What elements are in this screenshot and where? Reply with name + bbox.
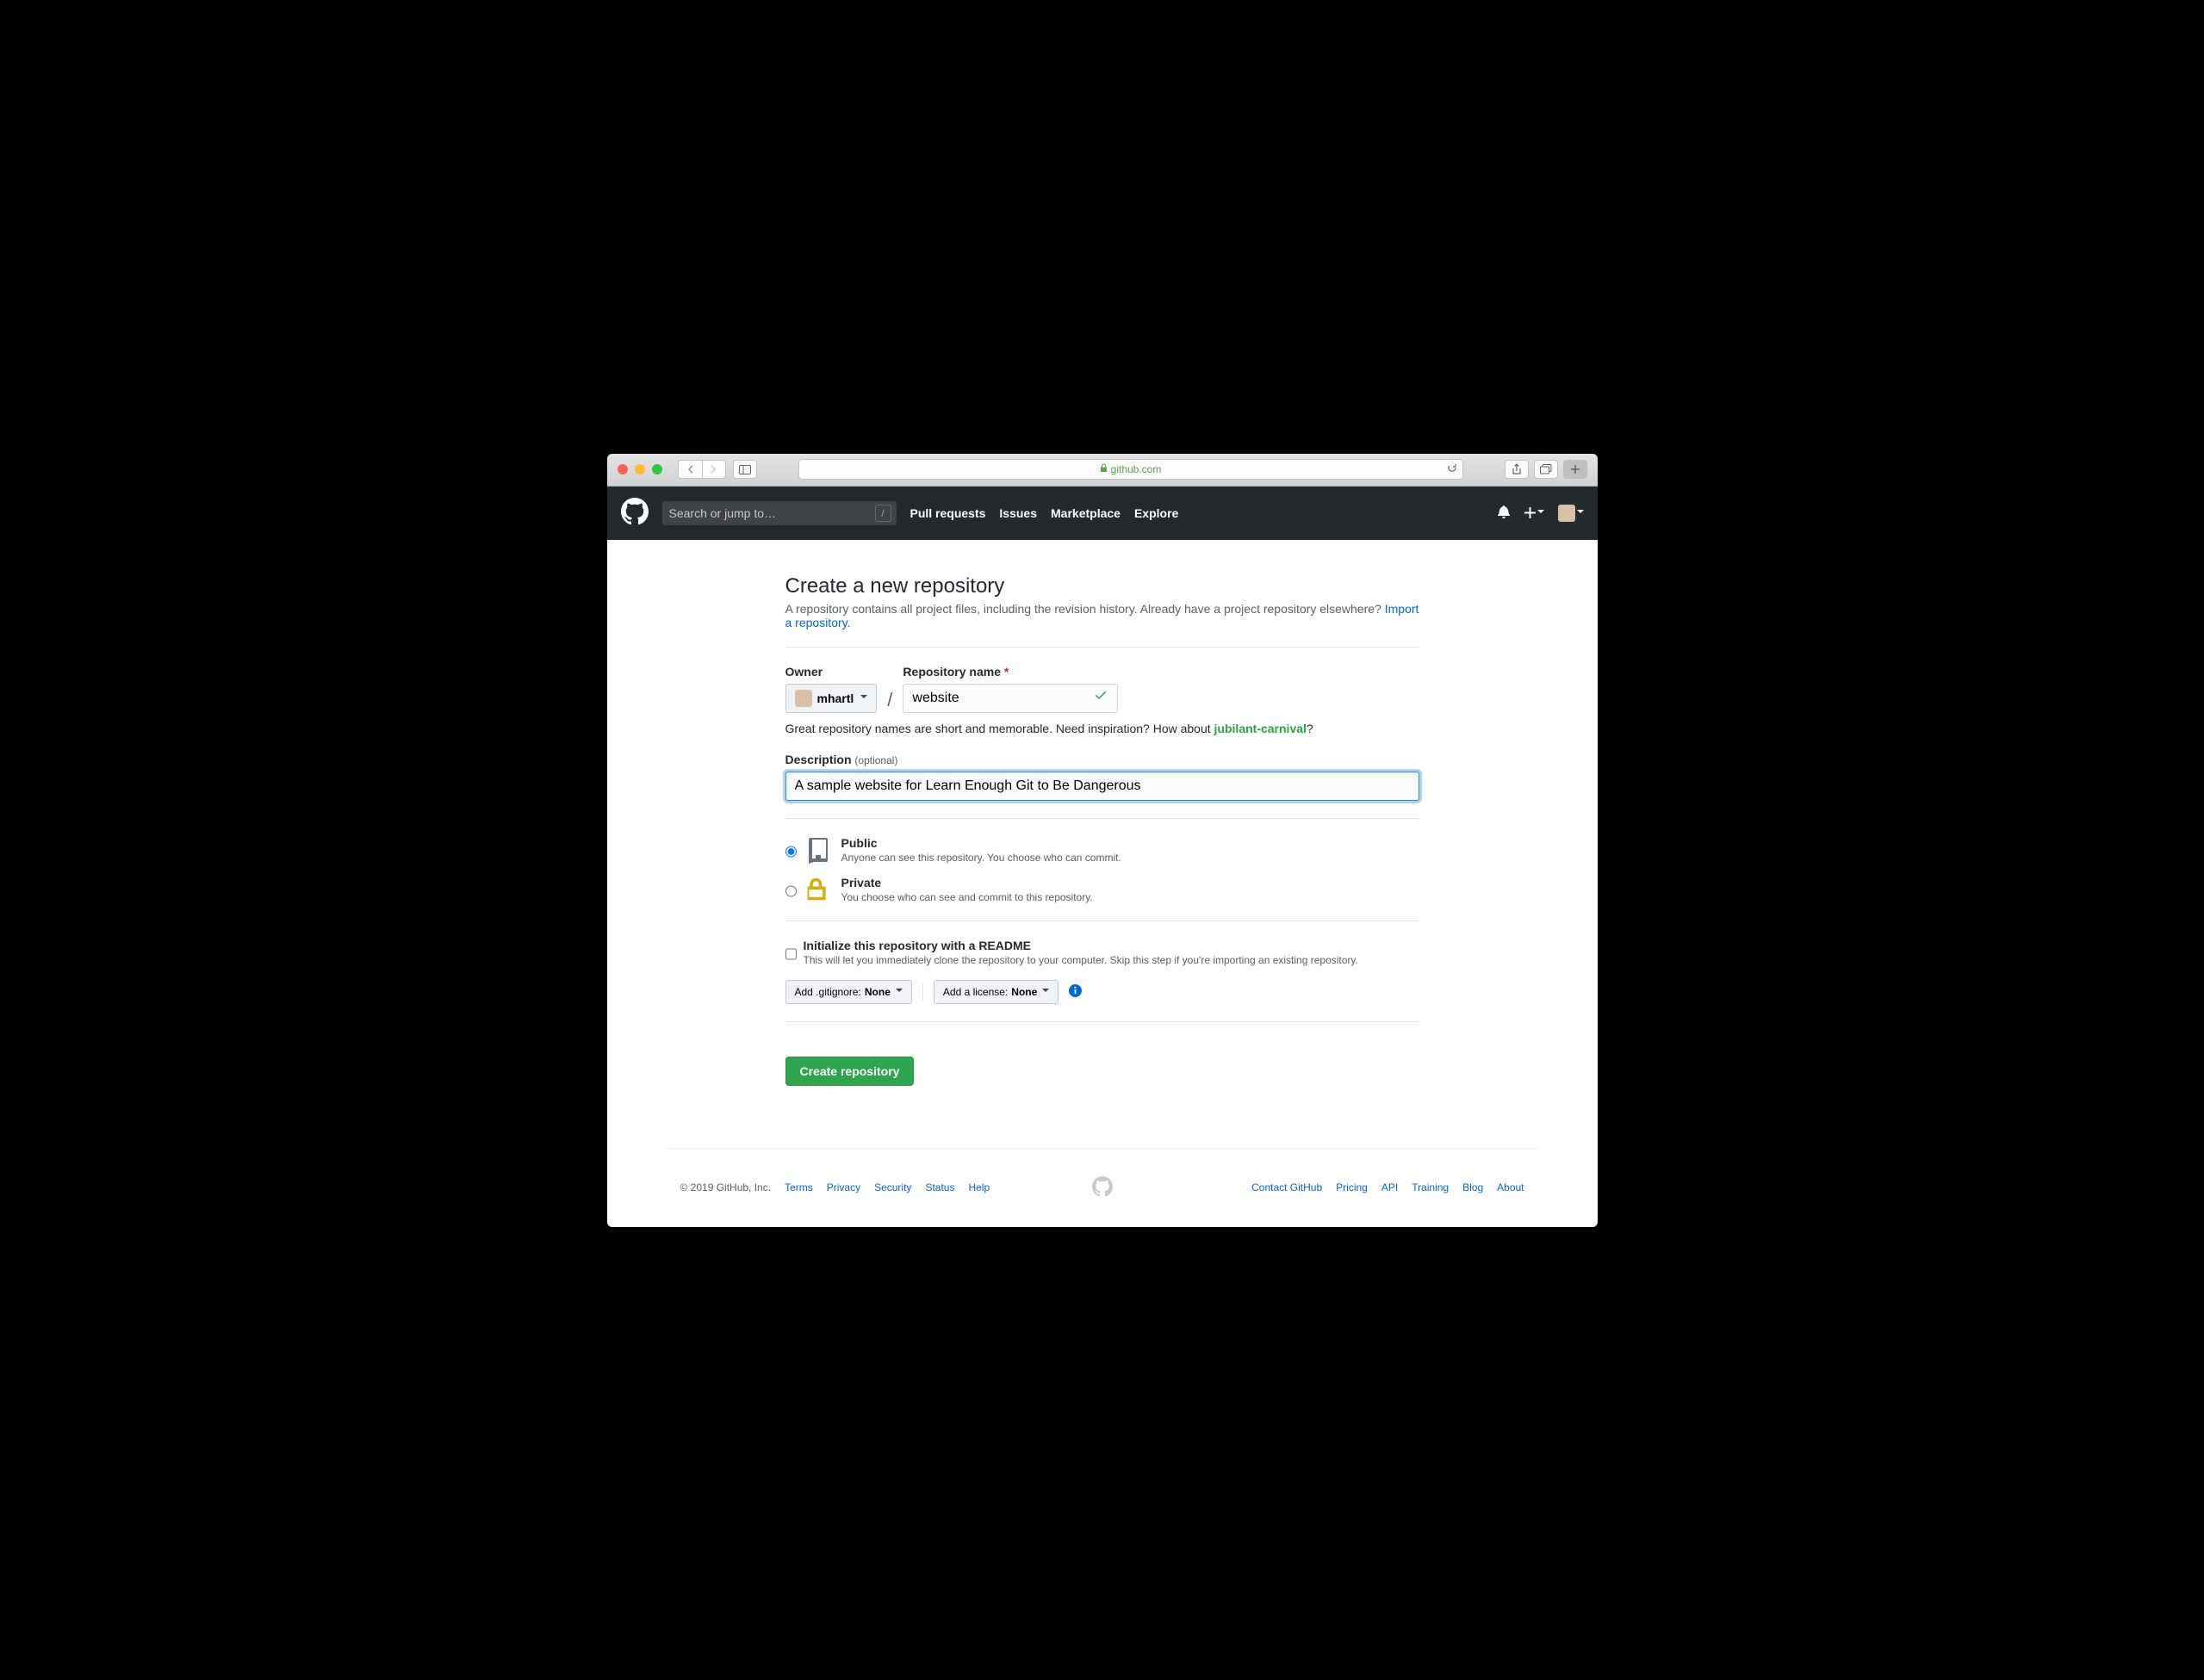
license-select[interactable]: Add a license: None xyxy=(934,980,1059,1004)
primary-nav: Pull requests Issues Marketplace Explore xyxy=(910,506,1179,520)
public-radio[interactable] xyxy=(785,840,797,864)
footer-api[interactable]: API xyxy=(1381,1181,1398,1193)
lock-icon xyxy=(1100,463,1108,475)
page-title: Create a new repository xyxy=(785,574,1419,598)
minimize-window-button[interactable] xyxy=(635,464,645,474)
inspiration-text: Great repository names are short and mem… xyxy=(785,722,1419,735)
nav-issues[interactable]: Issues xyxy=(999,506,1037,520)
caret-down-icon xyxy=(1577,510,1584,517)
footer: © 2019 GitHub, Inc. Terms Privacy Securi… xyxy=(667,1148,1538,1227)
private-desc: You choose who can see and commit to thi… xyxy=(841,891,1093,903)
user-menu[interactable] xyxy=(1558,505,1584,522)
owner-select[interactable]: mhartl xyxy=(785,684,878,713)
main-content: Create a new repository A repository con… xyxy=(772,540,1433,1113)
tabs-button[interactable] xyxy=(1534,460,1558,479)
reload-button[interactable] xyxy=(1447,462,1457,476)
search-input-wrap: / xyxy=(662,501,897,525)
footer-contact[interactable]: Contact GitHub xyxy=(1251,1181,1322,1193)
footer-pricing[interactable]: Pricing xyxy=(1336,1181,1368,1193)
slash-separator: / xyxy=(884,665,896,711)
readme-desc: This will let you immediately clone the … xyxy=(804,954,1358,966)
github-header: / Pull requests Issues Marketplace Explo… xyxy=(607,487,1598,540)
reponame-input[interactable] xyxy=(903,684,1118,713)
caret-down-icon xyxy=(1537,510,1544,517)
divider xyxy=(785,1021,1419,1022)
github-logo-footer[interactable] xyxy=(1092,1176,1113,1200)
footer-status[interactable]: Status xyxy=(925,1181,954,1193)
copyright: © 2019 GitHub, Inc. xyxy=(680,1181,772,1193)
slash-shortcut-icon: / xyxy=(875,505,891,522)
notifications-icon[interactable] xyxy=(1497,505,1511,521)
description-input[interactable] xyxy=(785,772,1419,801)
footer-help[interactable]: Help xyxy=(968,1181,990,1193)
caret-down-icon xyxy=(896,989,903,995)
description-label: Description (optional) xyxy=(785,753,898,766)
public-title: Public xyxy=(841,836,1121,850)
private-title: Private xyxy=(841,876,1093,890)
visibility-public[interactable]: Public Anyone can see this repository. Y… xyxy=(785,836,1419,864)
info-icon[interactable] xyxy=(1069,984,1082,1000)
readme-title: Initialize this repository with a README xyxy=(804,939,1358,952)
reponame-label: Repository name * xyxy=(903,665,1108,679)
window-controls xyxy=(618,464,662,474)
page-subhead: A repository contains all project files,… xyxy=(785,602,1419,648)
footer-privacy[interactable]: Privacy xyxy=(827,1181,860,1193)
close-window-button[interactable] xyxy=(618,464,628,474)
gitignore-select[interactable]: Add .gitignore: None xyxy=(785,980,912,1004)
owner-value: mhartl xyxy=(817,691,854,705)
nav-pull-requests[interactable]: Pull requests xyxy=(910,506,986,520)
nav-marketplace[interactable]: Marketplace xyxy=(1051,506,1121,520)
search-input[interactable] xyxy=(662,501,897,525)
repo-public-icon xyxy=(805,836,833,864)
share-button[interactable] xyxy=(1505,460,1529,479)
divider xyxy=(785,818,1419,819)
new-tab-button[interactable] xyxy=(1563,460,1587,479)
avatar xyxy=(795,690,812,707)
readme-checkbox[interactable] xyxy=(785,942,797,966)
readme-checkbox-row: Initialize this repository with a README… xyxy=(785,939,1419,966)
address-bar[interactable]: github.com xyxy=(798,459,1463,480)
caret-down-icon xyxy=(860,695,867,702)
suggestion-link[interactable]: jubilant-carnival xyxy=(1214,722,1307,735)
create-new-menu[interactable] xyxy=(1524,507,1544,518)
create-repo-button[interactable]: Create repository xyxy=(785,1057,915,1086)
repo-private-icon xyxy=(805,876,833,903)
check-icon xyxy=(1094,688,1108,706)
browser-window: github.com / Pull requests xyxy=(607,454,1598,1227)
safari-toolbar: github.com xyxy=(607,454,1598,487)
nav-explore[interactable]: Explore xyxy=(1134,506,1178,520)
footer-training[interactable]: Training xyxy=(1412,1181,1449,1193)
owner-label: Owner xyxy=(785,665,878,679)
separator xyxy=(922,983,923,1001)
private-radio[interactable] xyxy=(785,879,797,903)
back-button[interactable] xyxy=(678,460,702,479)
footer-terms[interactable]: Terms xyxy=(785,1181,813,1193)
caret-down-icon xyxy=(1042,989,1049,995)
avatar xyxy=(1558,505,1575,522)
footer-about[interactable]: About xyxy=(1497,1181,1524,1193)
sidebar-button[interactable] xyxy=(733,460,757,479)
forward-button[interactable] xyxy=(702,460,726,479)
public-desc: Anyone can see this repository. You choo… xyxy=(841,852,1121,864)
github-logo[interactable] xyxy=(621,498,649,528)
footer-blog[interactable]: Blog xyxy=(1462,1181,1483,1193)
footer-security[interactable]: Security xyxy=(874,1181,911,1193)
url-text: github.com xyxy=(1111,463,1162,475)
zoom-window-button[interactable] xyxy=(652,464,662,474)
visibility-private[interactable]: Private You choose who can see and commi… xyxy=(785,876,1419,903)
